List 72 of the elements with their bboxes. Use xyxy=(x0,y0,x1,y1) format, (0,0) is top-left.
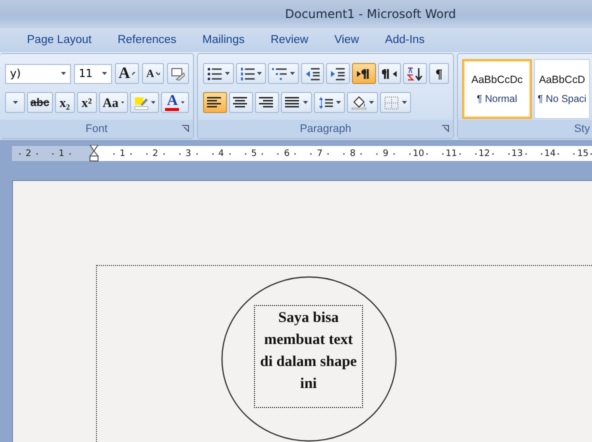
borders-icon xyxy=(384,96,400,110)
spacing-button[interactable] xyxy=(314,92,345,113)
highlight-button[interactable] xyxy=(130,92,160,113)
style-gallery-item[interactable]: AaBbCcDc ¶ Normal xyxy=(462,59,532,119)
font-color-bar xyxy=(165,108,180,110)
text-button[interactable]: ¶ xyxy=(428,63,449,84)
align-right-button[interactable] xyxy=(255,92,279,113)
dropdown-caret-icon xyxy=(336,101,341,104)
align-center-icon xyxy=(233,96,249,110)
outdent-button[interactable] xyxy=(300,63,324,84)
strike-button[interactable]: abc xyxy=(27,92,53,113)
align-right-icon xyxy=(259,96,275,110)
sort-button[interactable] xyxy=(403,63,427,84)
justify-button[interactable] xyxy=(281,92,312,113)
down-caret-icon xyxy=(156,72,160,75)
sort-icon xyxy=(407,66,423,80)
color-button[interactable]: A xyxy=(161,92,189,113)
dialog-launcher-icon[interactable] xyxy=(442,125,449,132)
grow-button[interactable]: A xyxy=(114,63,140,84)
align-left-button[interactable] xyxy=(203,92,227,113)
ribbon-tab[interactable]: Mailings xyxy=(202,34,245,46)
ltr-button[interactable] xyxy=(352,63,376,84)
ribbon-tab[interactable]: References xyxy=(118,34,176,46)
ribbon-tab[interactable]: Review xyxy=(270,34,308,46)
dropdown-caret-icon xyxy=(257,72,262,75)
highlight-icon xyxy=(134,96,149,110)
rtl-icon xyxy=(382,66,398,80)
shading-icon xyxy=(351,96,367,110)
dropdown-caret-icon xyxy=(303,101,308,104)
dropdown-caret-icon xyxy=(224,72,230,75)
multilevel-icon xyxy=(272,66,288,80)
dropdown-caret-icon xyxy=(12,101,18,104)
indent-button[interactable] xyxy=(326,63,350,84)
clear-button[interactable] xyxy=(166,63,190,84)
indent-marker-icon[interactable] xyxy=(89,145,99,162)
dialog-launcher-icon[interactable] xyxy=(182,125,189,132)
dropdown-caret-icon xyxy=(181,101,185,104)
font-size-field[interactable]: 11 xyxy=(74,64,112,84)
rtl-button[interactable] xyxy=(378,63,402,84)
multilevel-button[interactable] xyxy=(268,63,299,84)
justify-icon xyxy=(285,96,301,110)
spacing-icon xyxy=(318,96,334,110)
dropdown-caret-icon xyxy=(102,72,107,75)
shading-button[interactable] xyxy=(347,92,378,113)
font-name-field[interactable]: y) xyxy=(5,64,71,84)
dropdown-caret-icon xyxy=(290,72,295,75)
indent-icon xyxy=(330,66,346,80)
dropdown-caret-icon xyxy=(60,72,66,75)
numbering-button[interactable] xyxy=(236,63,266,84)
ribbon-tab[interactable]: Add-Ins xyxy=(385,34,425,46)
bullets-icon xyxy=(207,66,223,80)
dropdown-caret-icon xyxy=(150,101,156,104)
outdent-icon xyxy=(304,66,320,80)
dropdown-caret-icon xyxy=(120,101,124,104)
window-title: Document1 - Microsoft Word xyxy=(285,7,456,21)
bullets-button[interactable] xyxy=(203,63,234,84)
group-label: Paragraph xyxy=(300,123,352,135)
numbering-icon xyxy=(240,66,256,80)
style-gallery-item[interactable]: AaBbCcD ¶ No Spaci xyxy=(534,59,590,119)
dropdown-caret-icon xyxy=(369,101,374,104)
group-label: Sty xyxy=(574,123,590,135)
align-center-button[interactable] xyxy=(229,92,253,113)
align-left-icon xyxy=(207,96,223,110)
ribbon-tab[interactable]: View xyxy=(334,34,360,46)
ribbon-tab[interactable]: Page Layout xyxy=(27,34,92,46)
group-label: Font xyxy=(85,123,108,135)
dropdown-caret-icon xyxy=(402,101,407,104)
shrink-button[interactable]: A xyxy=(142,63,164,84)
shape-text: Saya bisa membuat text di dalam shape ini xyxy=(259,309,358,394)
text-button[interactable]: x₂ xyxy=(54,92,75,113)
text-button[interactable]: x² xyxy=(76,92,97,113)
case-button[interactable]: Aa xyxy=(98,92,128,113)
